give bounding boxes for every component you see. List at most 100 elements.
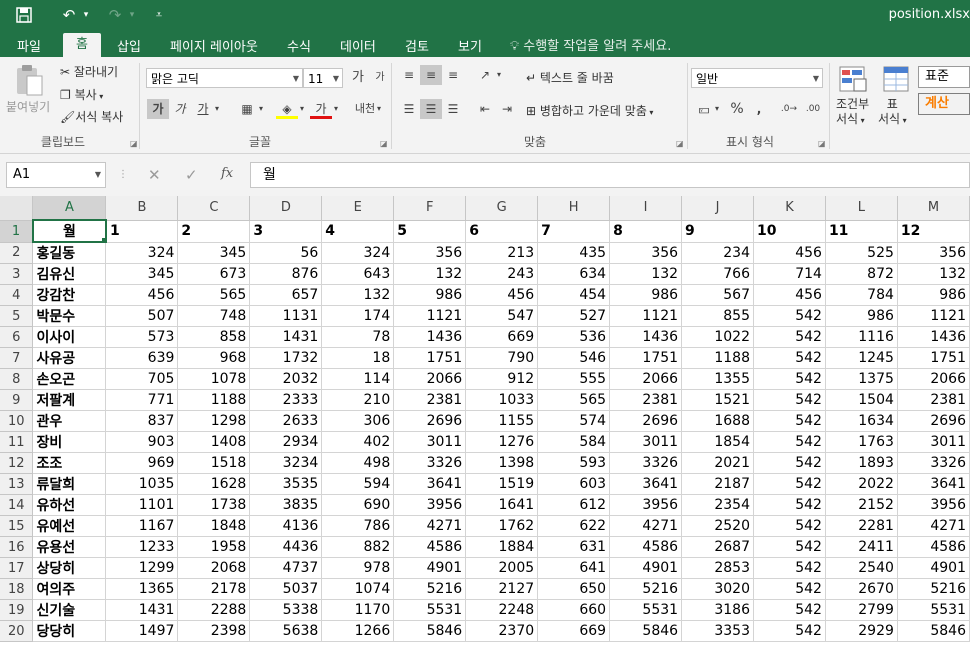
table-cell[interactable]: 858 <box>177 326 251 348</box>
column-header-D[interactable]: D <box>249 196 323 221</box>
table-cell[interactable]: 4271 <box>393 515 467 537</box>
table-cell[interactable]: 1233 <box>105 536 179 558</box>
table-cell[interactable]: 1170 <box>321 599 395 621</box>
select-all-button[interactable] <box>0 196 34 221</box>
table-cell[interactable]: 장비 <box>32 431 107 453</box>
table-cell[interactable]: 1732 <box>249 347 323 369</box>
table-cell[interactable]: 574 <box>537 410 611 432</box>
table-cell[interactable]: 4901 <box>393 557 467 579</box>
table-cell[interactable]: 2929 <box>825 620 898 642</box>
table-cell[interactable]: 1884 <box>465 536 539 558</box>
tab-home[interactable]: 홈 <box>63 33 101 57</box>
table-cell[interactable]: 968 <box>177 347 251 369</box>
row-header[interactable]: 19 <box>0 599 34 621</box>
dialog-launcher-icon[interactable]: ◪ <box>676 139 684 148</box>
table-cell[interactable]: 3011 <box>897 431 970 453</box>
increase-decimal-icon[interactable]: .0→ <box>778 99 800 119</box>
table-cell[interactable]: 2381 <box>609 389 683 411</box>
tab-data[interactable]: 데이터 <box>340 36 376 55</box>
table-cell[interactable]: 1033 <box>465 389 539 411</box>
table-cell[interactable]: 4 <box>321 220 395 243</box>
table-cell[interactable]: 유하선 <box>32 494 107 516</box>
table-cell[interactable]: 882 <box>321 536 395 558</box>
table-cell[interactable]: 56 <box>249 242 323 264</box>
table-cell[interactable]: 1131 <box>249 305 323 327</box>
table-cell[interactable]: 2934 <box>249 431 323 453</box>
table-cell[interactable]: 912 <box>465 368 539 390</box>
table-cell[interactable]: 1101 <box>105 494 179 516</box>
table-cell[interactable]: 5037 <box>249 578 323 600</box>
table-cell[interactable]: 1751 <box>897 347 970 369</box>
table-cell[interactable]: 650 <box>537 578 611 600</box>
table-cell[interactable]: 이사이 <box>32 326 107 348</box>
table-cell[interactable]: 1504 <box>825 389 898 411</box>
table-cell[interactable]: 2022 <box>825 473 898 495</box>
table-cell[interactable]: 2032 <box>249 368 323 390</box>
table-cell[interactable]: 2520 <box>681 515 754 537</box>
table-cell[interactable]: 669 <box>537 620 611 642</box>
table-cell[interactable]: 3234 <box>249 452 323 474</box>
table-cell[interactable]: 11 <box>825 220 898 243</box>
align-bottom-icon[interactable]: ≡ <box>442 65 464 85</box>
table-cell[interactable]: 1519 <box>465 473 539 495</box>
tab-file[interactable]: 파일 <box>17 36 41 55</box>
table-cell[interactable]: 542 <box>753 473 826 495</box>
table-cell[interactable]: 김유신 <box>32 263 107 285</box>
table-cell[interactable]: 356 <box>897 242 970 264</box>
table-cell[interactable]: 여의주 <box>32 578 107 600</box>
table-cell[interactable]: 669 <box>465 326 539 348</box>
table-cell[interactable]: 454 <box>537 284 611 306</box>
table-cell[interactable]: 456 <box>105 284 179 306</box>
table-cell[interactable]: 2178 <box>177 578 251 600</box>
dialog-launcher-icon[interactable]: ◪ <box>818 139 826 148</box>
table-cell[interactable]: 986 <box>825 305 898 327</box>
table-cell[interactable]: 4901 <box>609 557 683 579</box>
table-cell[interactable]: 525 <box>825 242 898 264</box>
table-cell[interactable]: 5846 <box>393 620 467 642</box>
borders-icon[interactable]: ▦ <box>236 99 258 119</box>
table-cell[interactable]: 3326 <box>393 452 467 474</box>
row-header[interactable]: 12 <box>0 452 34 474</box>
table-cell[interactable]: 12 <box>897 220 970 243</box>
table-cell[interactable]: 3641 <box>393 473 467 495</box>
row-header[interactable]: 8 <box>0 368 34 390</box>
table-cell[interactable]: 766 <box>681 263 754 285</box>
table-cell[interactable]: 2633 <box>249 410 323 432</box>
table-cell[interactable]: 1431 <box>105 599 179 621</box>
undo-dropdown-icon[interactable]: ▾ <box>81 4 91 26</box>
table-cell[interactable]: 3011 <box>393 431 467 453</box>
table-cell[interactable]: 1641 <box>465 494 539 516</box>
format-painter-button[interactable]: 🖌︎서식 복사 <box>60 108 123 125</box>
table-cell[interactable]: 345 <box>177 242 251 264</box>
row-header[interactable]: 1 <box>0 220 34 243</box>
table-cell[interactable]: 1365 <box>105 578 179 600</box>
chevron-down-icon[interactable]: ▾ <box>712 99 722 119</box>
tell-me-box[interactable]: 💡︎ 수행할 작업을 알려 주세요. <box>510 35 671 54</box>
grow-font-button[interactable]: 가 <box>347 68 369 88</box>
table-cell[interactable]: 3186 <box>681 599 754 621</box>
table-cell[interactable]: 542 <box>753 536 826 558</box>
table-cell[interactable]: 542 <box>753 578 826 600</box>
fill-color-icon[interactable]: ◈ <box>276 99 298 119</box>
table-cell[interactable]: 345 <box>105 263 179 285</box>
table-cell[interactable]: 2021 <box>681 452 754 474</box>
table-cell[interactable]: 542 <box>753 452 826 474</box>
chevron-down-icon[interactable]: ▾ <box>256 99 266 119</box>
table-cell[interactable]: 1436 <box>609 326 683 348</box>
column-header-J[interactable]: J <box>681 196 754 221</box>
table-cell[interactable]: 210 <box>321 389 395 411</box>
table-cell[interactable]: 5216 <box>393 578 467 600</box>
table-cell[interactable]: 2127 <box>465 578 539 600</box>
table-cell[interactable]: 546 <box>537 347 611 369</box>
table-cell[interactable]: 78 <box>321 326 395 348</box>
table-cell[interactable]: 356 <box>393 242 467 264</box>
table-cell[interactable]: 3326 <box>609 452 683 474</box>
table-cell[interactable]: 673 <box>177 263 251 285</box>
table-cell[interactable]: 1167 <box>105 515 179 537</box>
table-cell[interactable]: 542 <box>753 620 826 642</box>
table-cell[interactable]: 1497 <box>105 620 179 642</box>
chevron-down-icon[interactable]: ▾ <box>331 99 341 119</box>
table-cell[interactable]: 324 <box>105 242 179 264</box>
cut-button[interactable]: ✂ 잘라내기 <box>60 63 118 80</box>
table-cell[interactable]: 969 <box>105 452 179 474</box>
